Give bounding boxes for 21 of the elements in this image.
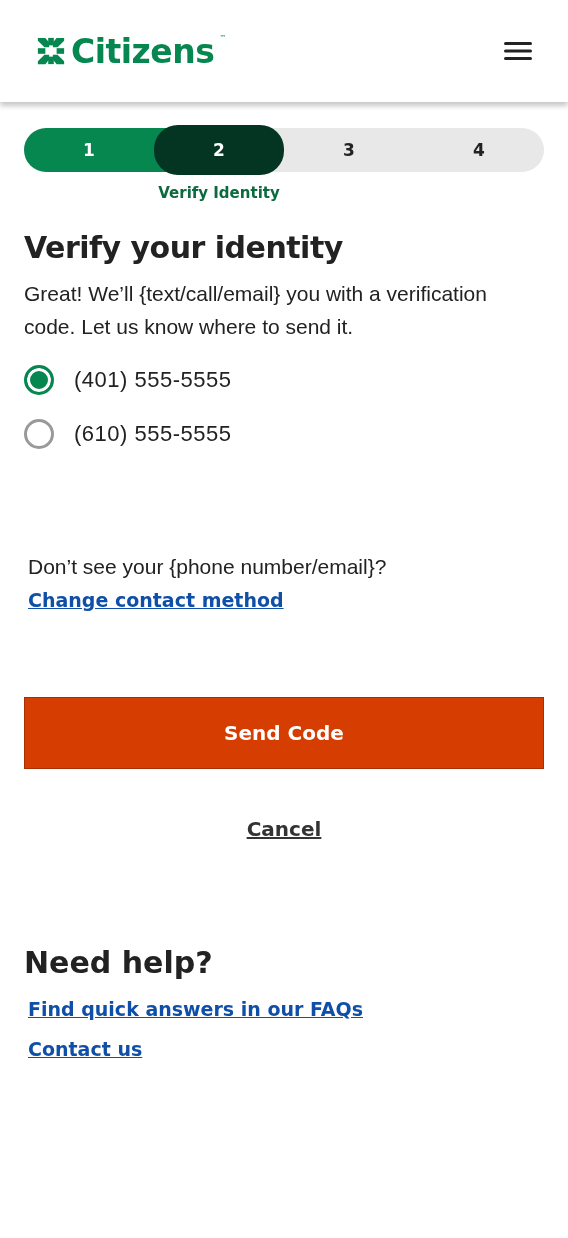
- step-indicator: 1: [82, 139, 96, 162]
- change-contact-link[interactable]: Change contact method: [28, 589, 284, 611]
- radio-button[interactable]: [24, 365, 54, 395]
- logo-icon: [36, 36, 66, 66]
- help-link[interactable]: Contact us: [28, 1038, 143, 1060]
- phone-option-label[interactable]: (401) 555-5555: [74, 367, 232, 393]
- page-title: Verify your identity: [24, 230, 344, 265]
- menu-icon: [504, 40, 532, 62]
- radio-button[interactable]: [24, 419, 54, 449]
- cancel-link[interactable]: Cancel: [246, 817, 322, 841]
- phone-option-label[interactable]: (610) 555-5555: [74, 421, 232, 447]
- step-indicator: 4: [472, 139, 486, 162]
- help-title: Need help?: [24, 945, 214, 980]
- send-code-button[interactable]: Send Code: [24, 697, 544, 769]
- step-caption: Verify Identity: [158, 184, 280, 202]
- brand-name: Citizens: [71, 31, 215, 71]
- help-link[interactable]: Find quick answers in our FAQs: [28, 998, 363, 1020]
- intro-text: Great! We’ll {text/call/email} you with a verification code. Let us know where to send it.: [24, 281, 488, 340]
- step-indicator: 2: [154, 125, 284, 175]
- step-indicator: 3: [342, 139, 356, 162]
- missing-contact-text: Don’t see your {phone number/email}?: [28, 555, 388, 579]
